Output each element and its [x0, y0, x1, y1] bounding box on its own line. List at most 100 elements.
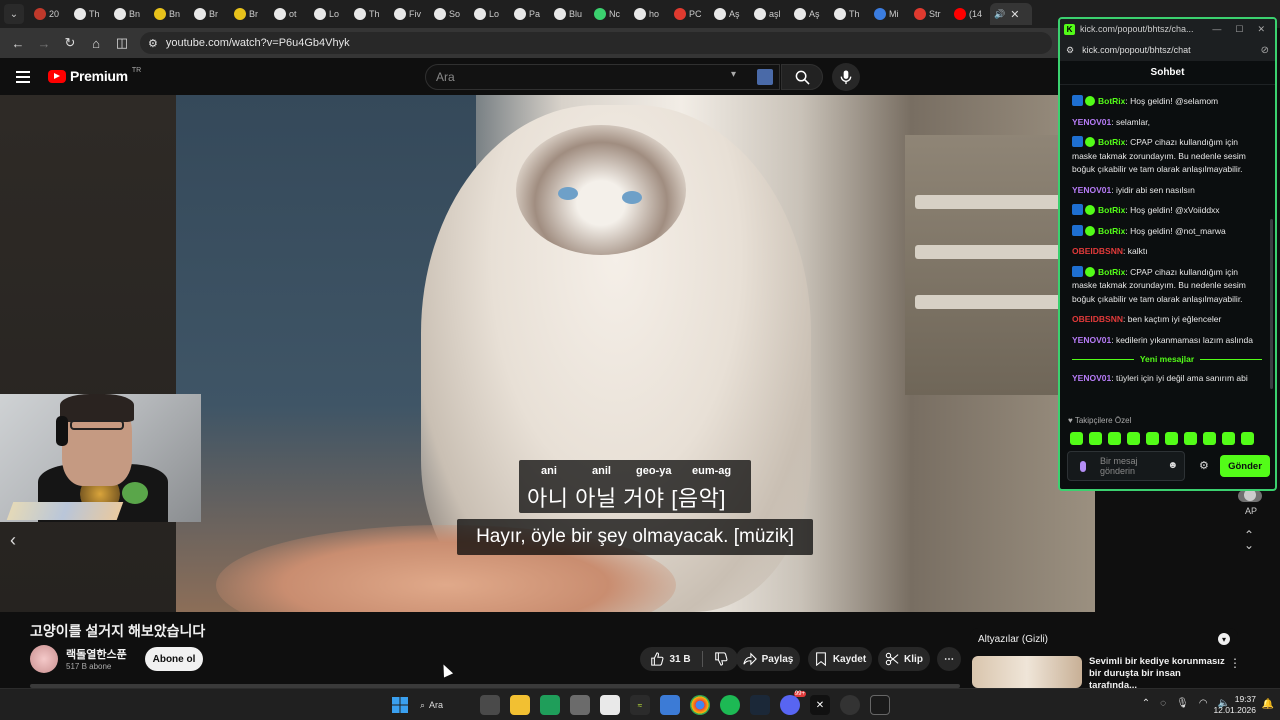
browser-tab[interactable]: Aş: [710, 3, 750, 25]
app-tray-icon[interactable]: ◌: [1160, 698, 1166, 709]
clip-button[interactable]: Klip: [878, 647, 930, 671]
microphone-icon[interactable]: 🎙: [1176, 698, 1189, 709]
like-icon[interactable]: [650, 652, 664, 666]
browser-tab[interactable]: Br: [230, 3, 270, 25]
save-button[interactable]: Kaydet: [808, 647, 872, 671]
browser-tab[interactable]: ho: [630, 3, 670, 25]
app-blue-icon[interactable]: [660, 695, 680, 715]
notification-bell-icon[interactable]: 🔔: [1262, 699, 1274, 710]
browser-tab[interactable]: 20: [30, 3, 70, 25]
chat-username[interactable]: BotRix: [1098, 96, 1125, 106]
emoji-icon[interactable]: ☻: [1167, 460, 1178, 471]
browser-tab[interactable]: PC: [670, 3, 710, 25]
channel-name[interactable]: 랙돌열한스푼: [66, 646, 127, 662]
emote-icon[interactable]: [1203, 432, 1216, 445]
subscribe-button[interactable]: Abone ol: [145, 647, 203, 671]
chat-settings-gear-icon[interactable]: ⚙: [1199, 459, 1209, 472]
chat-message-input[interactable]: Bir mesaj gönderin ☻: [1067, 451, 1185, 481]
microphone-icon[interactable]: [1080, 461, 1086, 472]
menu-icon[interactable]: [16, 71, 30, 83]
emote-icon[interactable]: [1241, 432, 1254, 445]
app-green-icon[interactable]: [540, 695, 560, 715]
like-count[interactable]: 31 B: [669, 654, 690, 665]
share-button[interactable]: Paylaş: [736, 647, 800, 671]
chat-username[interactable]: BotRix: [1098, 226, 1125, 236]
chat-username[interactable]: YENOV01: [1072, 373, 1111, 383]
reload-icon[interactable]: ↻: [58, 31, 82, 55]
minimize-icon[interactable]: —: [1212, 24, 1221, 35]
browser-tab[interactable]: Bn: [150, 3, 190, 25]
discord-icon[interactable]: 99+: [780, 691, 806, 715]
search-input[interactable]: Ara ▾: [425, 64, 780, 90]
spotify-icon[interactable]: [720, 695, 740, 715]
more-vertical-icon[interactable]: ⋮: [1229, 656, 1241, 670]
chevron-down-icon[interactable]: ▾: [1218, 633, 1230, 645]
browser-tab[interactable]: ot: [270, 3, 310, 25]
app-wave-icon[interactable]: ≈: [630, 695, 650, 715]
emote-icon[interactable]: [1146, 432, 1159, 445]
taskbar-clock[interactable]: 19:37 12.01.2026: [1213, 694, 1256, 716]
chat-username[interactable]: OBEIDBSNN: [1072, 314, 1123, 324]
send-button[interactable]: Gönder: [1220, 455, 1270, 477]
browser-tab[interactable]: (14: [950, 3, 990, 25]
browser-tab[interactable]: Lo: [470, 3, 510, 25]
file-explorer-icon[interactable]: [510, 695, 530, 715]
emote-icon[interactable]: [1184, 432, 1197, 445]
browser-tab[interactable]: So: [430, 3, 470, 25]
windows-start-icon[interactable]: [390, 695, 410, 715]
browser-tab[interactable]: Bn: [110, 3, 150, 25]
voice-search-button[interactable]: [832, 63, 860, 91]
browser-tab[interactable]: Aş: [790, 3, 830, 25]
emote-icon[interactable]: [1165, 432, 1178, 445]
maximize-icon[interactable]: ☐: [1235, 24, 1243, 35]
browser-tab[interactable]: Fiv: [390, 3, 430, 25]
search-button[interactable]: [781, 64, 823, 90]
chevron-up-icon[interactable]: ⌃: [1142, 698, 1150, 709]
close-icon[interactable]: ✕: [1257, 24, 1265, 35]
browser-tab[interactable]: Nc: [590, 3, 630, 25]
emote-icon[interactable]: [1127, 432, 1140, 445]
browser-tab[interactable]: Th: [830, 3, 870, 25]
chat-username[interactable]: OBEIDBSNN: [1072, 246, 1123, 256]
steam-icon[interactable]: [750, 695, 770, 715]
tab-search-menu-button[interactable]: ⌄: [4, 4, 24, 24]
channel-avatar[interactable]: [30, 645, 58, 673]
browser-tab[interactable]: Lo: [310, 3, 350, 25]
split-view-icon[interactable]: ◫: [110, 31, 134, 55]
chat-username[interactable]: YENOV01: [1072, 335, 1111, 345]
browser-tab[interactable]: Mi: [870, 3, 910, 25]
url-field[interactable]: ⚙ youtube.com/watch?v=P6u4Gb4Vhyk: [140, 32, 1052, 54]
app-cursor-icon[interactable]: ✕: [810, 695, 830, 715]
forward-arrow-icon[interactable]: →: [32, 31, 56, 55]
dislike-icon[interactable]: [714, 652, 728, 666]
site-info-icon[interactable]: ⚙: [148, 37, 158, 50]
chat-username[interactable]: BotRix: [1098, 205, 1125, 215]
chrome-icon[interactable]: [690, 695, 710, 715]
more-actions-button[interactable]: ⋯: [937, 647, 961, 671]
browser-tab[interactable]: Br: [190, 3, 230, 25]
terminal-icon[interactable]: [870, 695, 890, 715]
taskbar-search[interactable]: ⌕ Ara: [420, 700, 470, 711]
chat-username[interactable]: BotRix: [1098, 267, 1125, 277]
subtitles-panel-header[interactable]: Altyazılar (Gizli) ▾: [970, 628, 1238, 650]
emote-icon[interactable]: [1070, 432, 1083, 445]
tab-youtube-active[interactable]: 🔊 ✕: [990, 3, 1032, 25]
chat-username[interactable]: YENOV01: [1072, 117, 1111, 127]
site-info-icon[interactable]: ⚙: [1066, 45, 1074, 56]
translate-icon[interactable]: ▾: [731, 69, 749, 85]
emote-icon[interactable]: [1222, 432, 1235, 445]
task-view-icon[interactable]: [480, 695, 500, 715]
browser-tab[interactable]: aşl: [750, 3, 790, 25]
browser-tab[interactable]: Th: [70, 3, 110, 25]
microsoft-store-icon[interactable]: [570, 695, 590, 715]
recommended-video-title[interactable]: Sevimli bir kediye korunmasız bir duruşt…: [1089, 656, 1227, 692]
browser-tab[interactable]: Str: [910, 3, 950, 25]
chat-username[interactable]: BotRix: [1098, 137, 1125, 147]
eye-off-icon[interactable]: ⊘: [1261, 45, 1269, 56]
recommended-video-thumbnail[interactable]: [972, 656, 1082, 688]
browser-tab[interactable]: Th: [350, 3, 390, 25]
wifi-icon[interactable]: ◠: [1199, 698, 1208, 709]
chat-scrollbar[interactable]: [1270, 219, 1273, 389]
emote-icon[interactable]: [1089, 432, 1102, 445]
obs-icon[interactable]: [840, 695, 860, 715]
